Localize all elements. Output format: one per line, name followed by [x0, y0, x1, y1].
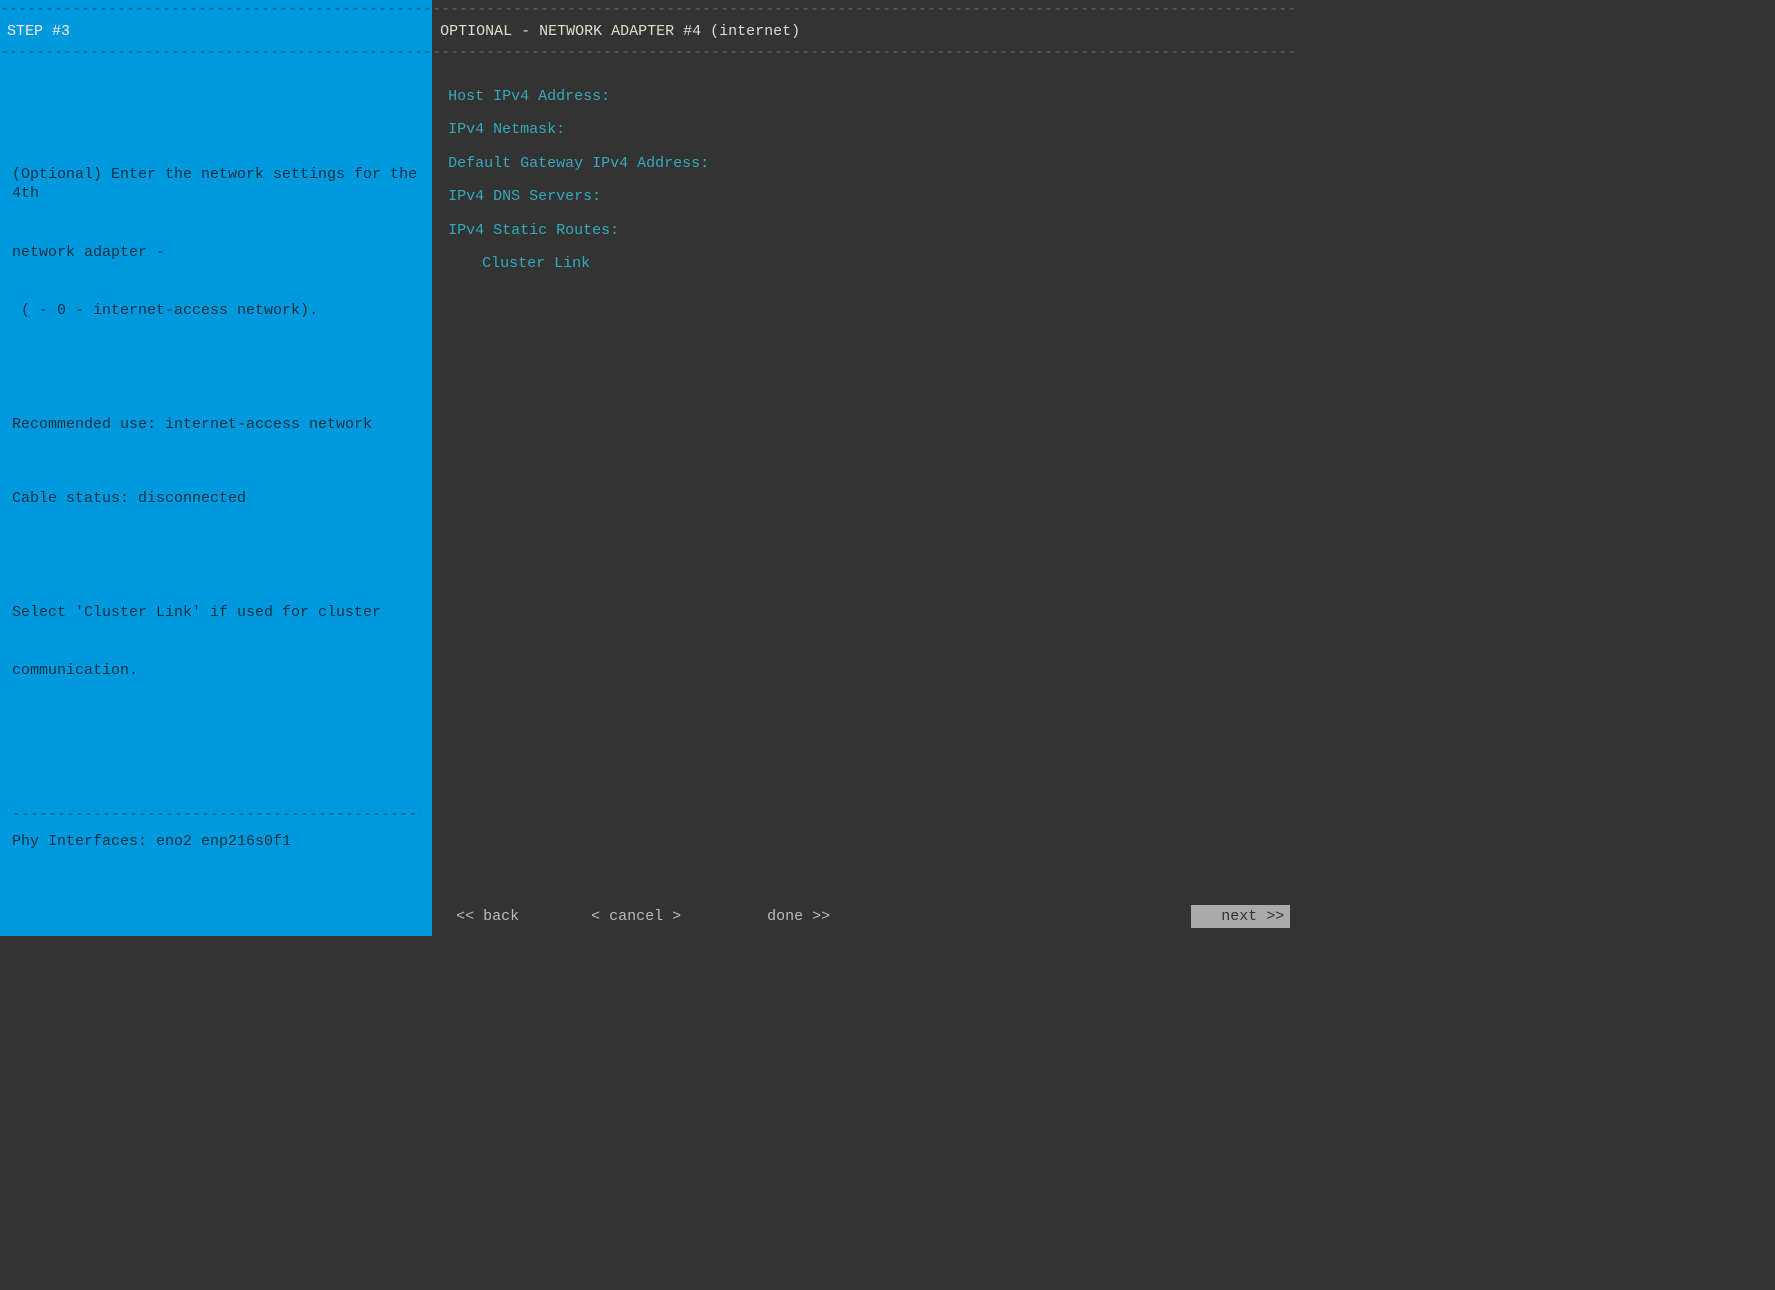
host-ip-row[interactable]: Host IPv4 Address: [448, 87, 1280, 107]
intro-paragraph: (Optional) Enter the network settings fo… [12, 126, 420, 360]
right-dash-top: ----------------------------------------… [432, 0, 1296, 20]
intro-line-2: network adapter - [12, 243, 420, 263]
next-button[interactable]: next >> [1191, 905, 1290, 929]
cluster-link-checkbox-row[interactable]: Cluster Link [448, 254, 1280, 274]
dash-line-bottom: ----------------------------------------… [12, 805, 420, 825]
dash-line-top: ----------------------------------------… [0, 0, 432, 20]
host-ip-label: Host IPv4 Address: [448, 87, 610, 107]
cluster-link-hint: Select 'Cluster Link' if used for cluste… [12, 564, 420, 720]
dns-row[interactable]: IPv4 DNS Servers: [448, 187, 1280, 207]
checkbox-icon[interactable] [448, 254, 478, 274]
cancel-button[interactable]: < cancel > [583, 905, 689, 929]
right-dash-mid: ----------------------------------------… [432, 43, 1296, 63]
done-button[interactable]: done >> [759, 905, 838, 929]
right-form-pane: ----------------------------------------… [432, 0, 1296, 936]
step-title: STEP #3 [0, 20, 432, 44]
left-info-pane: ----------------------------------------… [0, 0, 432, 936]
left-header: ----------------------------------------… [0, 0, 432, 63]
recommended-use: Recommended use: internet-access network [12, 415, 420, 435]
right-header: ----------------------------------------… [432, 0, 1296, 63]
nav-bar: << back < cancel > done >> next >> [432, 905, 1290, 929]
back-button[interactable]: << back [448, 905, 527, 929]
gateway-label: Default Gateway IPv4 Address: [448, 154, 709, 174]
cluster-hint-line-1: Select 'Cluster Link' if used for cluste… [12, 603, 420, 623]
gateway-row[interactable]: Default Gateway IPv4 Address: [448, 154, 1280, 174]
form-content: Host IPv4 Address: IPv4 Netmask: Default… [432, 63, 1296, 274]
left-content: (Optional) Enter the network settings fo… [0, 63, 432, 907]
dns-label: IPv4 DNS Servers: [448, 187, 601, 207]
phy-interfaces: Phy Interfaces: eno2 enp216s0f1 [12, 832, 420, 852]
cable-status: Cable status: disconnected [12, 489, 420, 509]
dash-line-mid: ----------------------------------------… [0, 43, 432, 63]
netmask-row[interactable]: IPv4 Netmask: [448, 120, 1280, 140]
cluster-link-label: Cluster Link [478, 254, 590, 274]
routes-label: IPv4 Static Routes: [448, 221, 619, 241]
netmask-label: IPv4 Netmask: [448, 120, 565, 140]
panel-title: OPTIONAL - NETWORK ADAPTER #4 (internet) [432, 20, 1296, 44]
intro-line-3: ( - 0 - internet-access network). [12, 301, 420, 321]
intro-line-1: (Optional) Enter the network settings fo… [12, 165, 420, 204]
cluster-hint-line-2: communication. [12, 661, 420, 681]
routes-row[interactable]: IPv4 Static Routes: [448, 221, 1280, 241]
